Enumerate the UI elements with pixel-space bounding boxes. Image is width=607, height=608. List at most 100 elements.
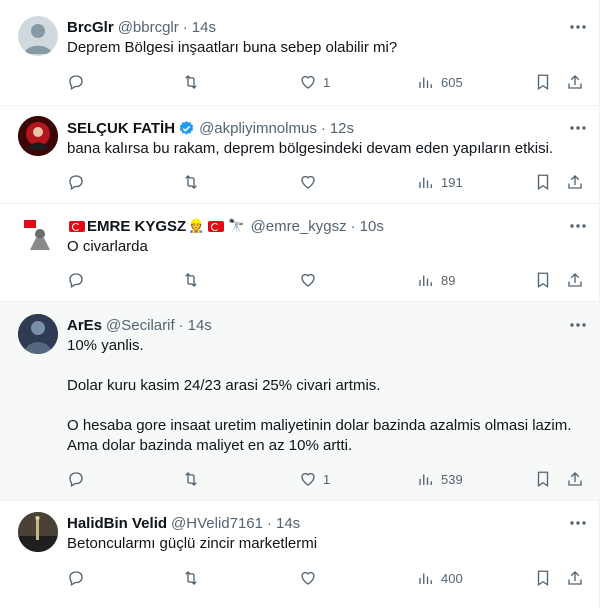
views-count: 191 xyxy=(441,174,463,190)
repost-button[interactable] xyxy=(182,469,206,489)
tweet-2[interactable]: EMRE KYGSZ 👷 🔭 @emre_kygsz · 10s O civar… xyxy=(0,204,600,302)
share-button[interactable] xyxy=(566,270,584,290)
reply-icon xyxy=(69,175,83,190)
verified-badge-icon xyxy=(179,120,194,135)
more-horizontal-icon[interactable] xyxy=(568,513,588,533)
like-button[interactable] xyxy=(299,568,323,588)
like-button[interactable]: 1 xyxy=(299,469,330,489)
reply-feed: BrcGlr @bbrcglr · 14s Deprem Bölgesi inş… xyxy=(0,0,600,608)
default-avatar[interactable] xyxy=(18,16,58,56)
user-avatar[interactable] xyxy=(18,512,58,552)
heart-icon xyxy=(301,75,315,89)
bookmark-icon xyxy=(537,570,549,587)
views-chart-icon xyxy=(419,474,432,485)
tweet-header: SELÇUK FATİH @akpliyimnolmus · 12s xyxy=(67,118,588,138)
telescope-emoji-icon: 🔭 xyxy=(228,218,245,233)
tweet-text-line: Deprem Bölgesi inşaatları buna sebep ola… xyxy=(67,39,398,56)
more-horizontal-icon[interactable] xyxy=(568,315,588,335)
share-button[interactable] xyxy=(566,172,584,192)
views-button[interactable]: 89 xyxy=(417,270,455,290)
user-handle[interactable]: @akpliyimnolmus xyxy=(199,120,317,137)
share-icon xyxy=(568,75,582,89)
bookmark-button[interactable] xyxy=(534,72,552,92)
display-name[interactable]: BrcGlr xyxy=(67,19,114,36)
bookmark-button[interactable] xyxy=(534,568,552,588)
tweet-text: 10% yanlis. Dolar kuru kasim 24/23 arasi… xyxy=(67,336,588,456)
timestamp[interactable]: 10s xyxy=(360,218,384,235)
share-button[interactable] xyxy=(566,568,584,588)
reply-icon xyxy=(69,273,83,288)
repost-icon xyxy=(185,472,197,486)
tweet-1[interactable]: SELÇUK FATİH @akpliyimnolmus · 12s bana … xyxy=(0,106,600,204)
action-bar: 400 xyxy=(67,568,587,588)
bookmark-button[interactable] xyxy=(534,172,552,192)
user-avatar[interactable] xyxy=(18,116,58,156)
like-count: 1 xyxy=(323,471,331,487)
repost-button[interactable] xyxy=(182,172,206,192)
separator-dot: · xyxy=(267,514,272,532)
views-button[interactable]: 539 xyxy=(417,469,463,489)
person-emoji-icon: 👷 xyxy=(188,218,205,233)
user-avatar[interactable] xyxy=(18,214,58,254)
bookmark-icon xyxy=(537,272,549,289)
repost-button[interactable] xyxy=(182,270,206,290)
views-button[interactable]: 605 xyxy=(417,72,463,92)
more-horizontal-icon[interactable] xyxy=(568,17,588,37)
repost-icon xyxy=(185,75,197,89)
repost-button[interactable] xyxy=(182,568,206,588)
reply-button[interactable] xyxy=(67,568,91,588)
user-handle[interactable]: @HVelid7161 xyxy=(171,515,263,532)
timestamp[interactable]: 12s xyxy=(330,120,354,137)
user-handle[interactable]: @bbrcglr xyxy=(118,19,179,36)
repost-icon xyxy=(185,175,197,189)
reply-button[interactable] xyxy=(67,172,91,192)
share-button[interactable] xyxy=(566,469,584,489)
reply-button[interactable] xyxy=(67,72,91,92)
action-bar: 89 xyxy=(67,270,587,290)
more-horizontal-icon[interactable] xyxy=(568,118,588,138)
display-name[interactable]: ArEs xyxy=(67,317,102,334)
separator-dot: · xyxy=(350,217,356,235)
bookmark-icon xyxy=(537,471,549,488)
tweet-text-line xyxy=(67,356,588,376)
bookmark-button[interactable] xyxy=(534,469,552,489)
reply-button[interactable] xyxy=(67,270,91,290)
like-button[interactable] xyxy=(299,270,323,290)
tweet-text: Deprem Bölgesi inşaatları buna sebep ola… xyxy=(67,38,588,58)
tweet-3[interactable]: ArEs @Secilarif · 14s 10% yanlis. Dolar … xyxy=(0,302,600,501)
share-button[interactable] xyxy=(566,72,584,92)
tweet-text: bana kalırsa bu rakam, deprem bölgesinde… xyxy=(67,139,588,159)
display-name[interactable]: SELÇUK FATİH xyxy=(67,120,175,137)
tweet-text-line: Ama dolar bazinda maliyet en az 10% artt… xyxy=(67,437,353,454)
timestamp[interactable]: 14s xyxy=(188,317,212,334)
action-bar: 1 539 xyxy=(67,469,587,489)
user-handle[interactable]: @Secilarif xyxy=(106,317,175,334)
display-name[interactable]: EMRE KYGSZ xyxy=(87,218,186,235)
bookmark-icon xyxy=(537,74,549,91)
user-handle[interactable]: @emre_kygsz xyxy=(251,218,347,235)
timestamp[interactable]: 14s xyxy=(192,19,216,36)
user-avatar[interactable] xyxy=(18,314,58,354)
tweet-text-line: 10% yanlis. xyxy=(67,337,144,354)
reply-icon xyxy=(69,75,83,90)
bookmark-button[interactable] xyxy=(534,270,552,290)
tweet-4[interactable]: HalidBin Velid @HVelid7161 · 14s Betoncu… xyxy=(0,501,600,608)
bookmark-icon xyxy=(537,174,549,191)
views-chart-icon xyxy=(419,573,432,584)
reply-button[interactable] xyxy=(67,469,91,489)
timestamp[interactable]: 14s xyxy=(276,515,300,532)
like-button[interactable]: 1 xyxy=(299,72,330,92)
heart-icon xyxy=(301,175,315,189)
display-name[interactable]: HalidBin Velid xyxy=(67,515,167,532)
like-button[interactable] xyxy=(299,172,323,192)
repost-button[interactable] xyxy=(182,72,206,92)
heart-icon xyxy=(301,273,315,287)
share-icon xyxy=(568,175,582,189)
views-button[interactable]: 191 xyxy=(417,172,463,192)
share-icon xyxy=(568,472,582,486)
tweet-header: HalidBin Velid @HVelid7161 · 14s xyxy=(67,513,588,533)
more-horizontal-icon[interactable] xyxy=(568,216,588,236)
heart-icon xyxy=(301,472,315,486)
tweet-0[interactable]: BrcGlr @bbrcglr · 14s Deprem Bölgesi inş… xyxy=(0,0,600,106)
views-button[interactable]: 400 xyxy=(417,568,463,588)
